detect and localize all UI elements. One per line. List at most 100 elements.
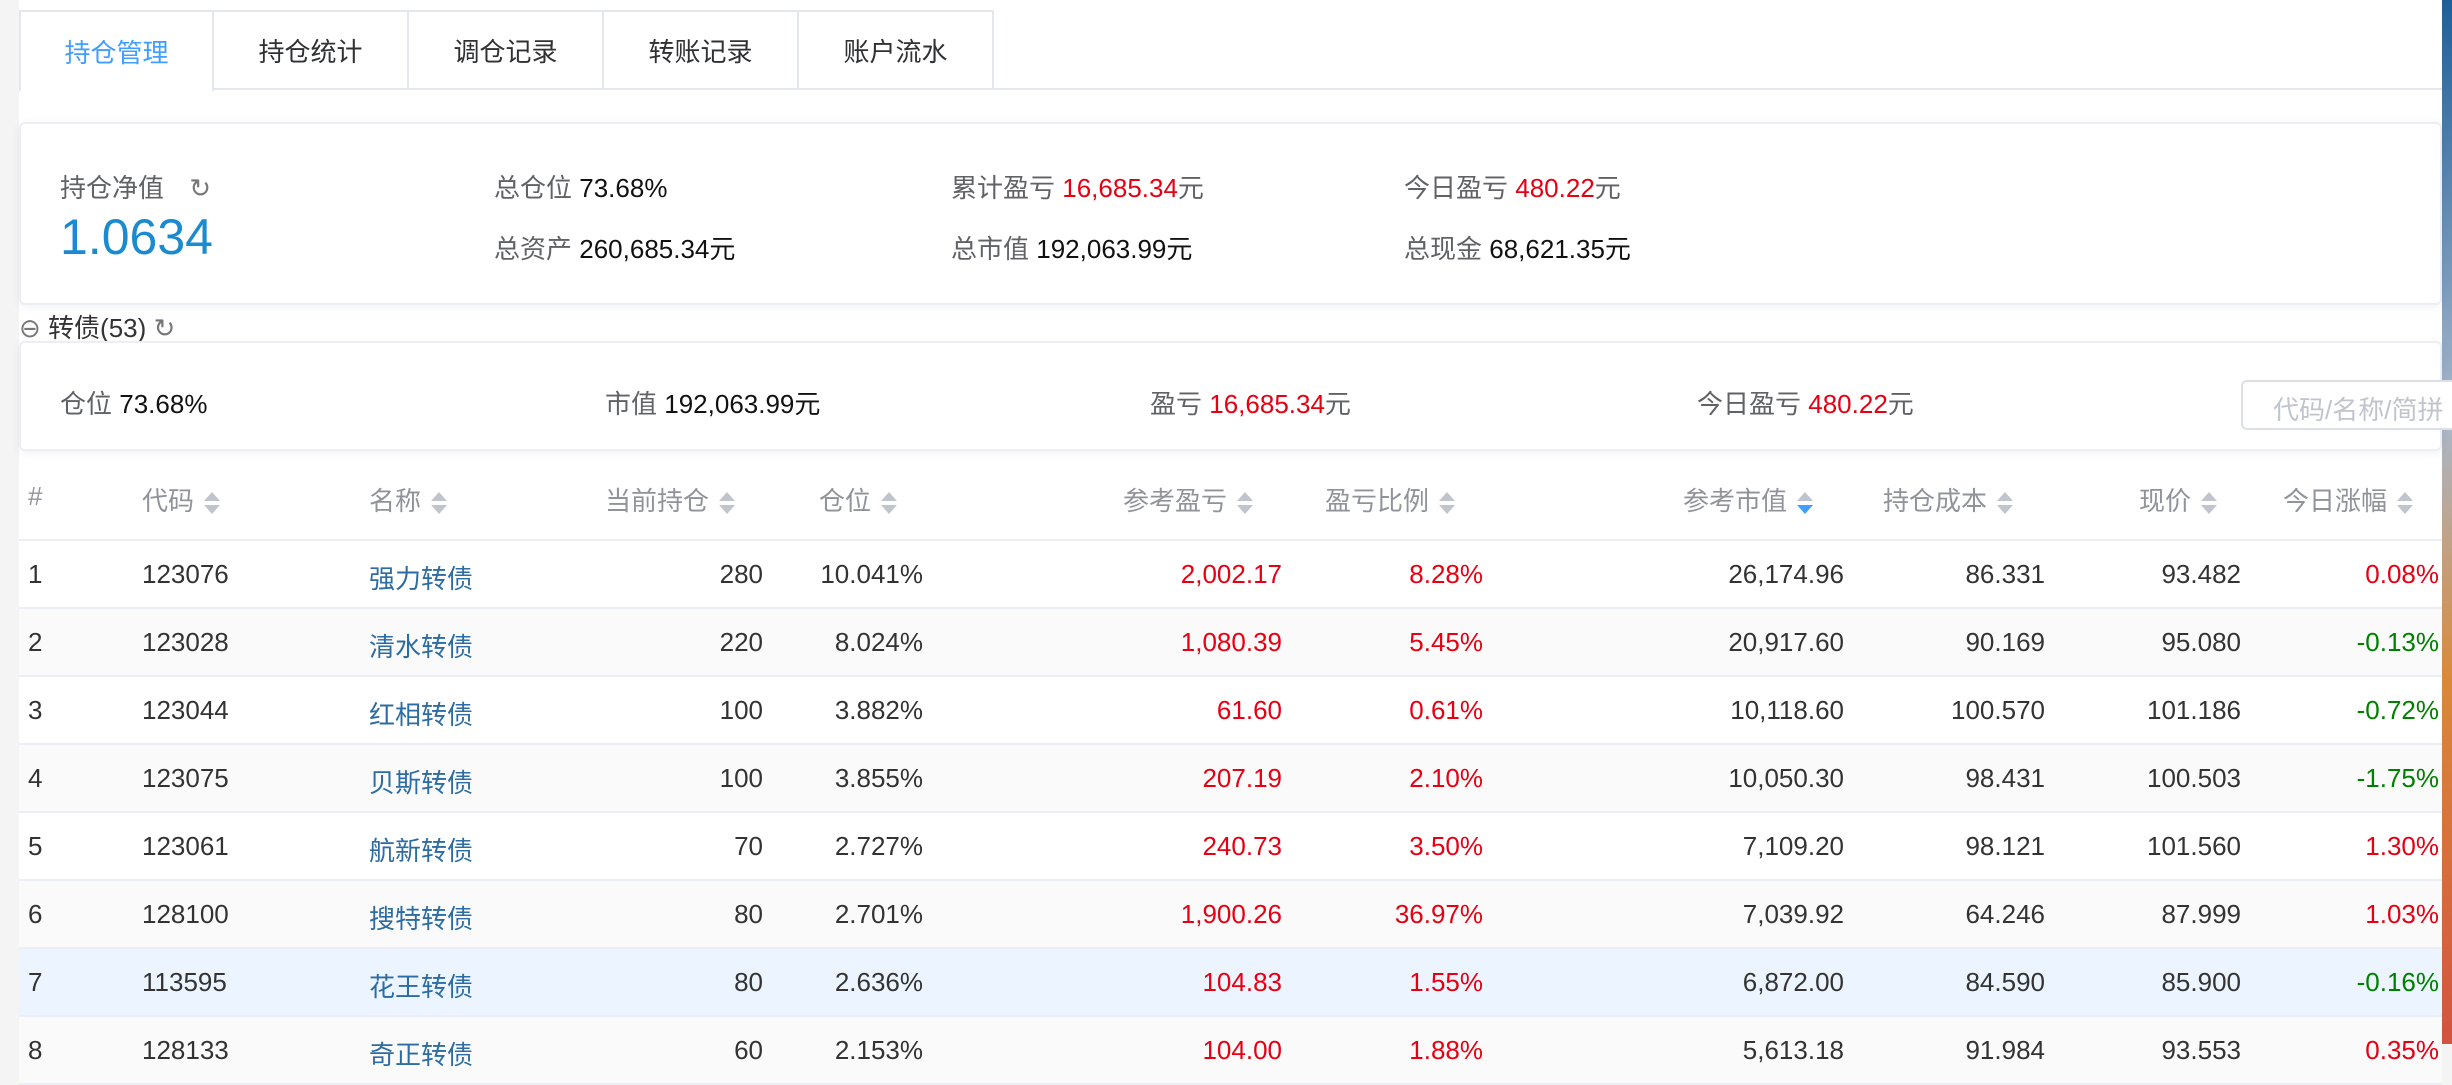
cell-position: 3.855% bbox=[834, 763, 923, 793]
column-header-label: 代码 bbox=[142, 486, 195, 516]
cell-pnl-ratio: 36.97% bbox=[1394, 899, 1483, 929]
column-header-pnl[interactable]: 参考盈亏 bbox=[1123, 481, 1254, 518]
sort-icon[interactable] bbox=[1439, 490, 1456, 516]
group-today-label: 今日盈亏 bbox=[1697, 389, 1802, 419]
column-header-market-value[interactable]: 参考市值 bbox=[1683, 481, 1814, 518]
cell-name[interactable]: 强力转债 bbox=[369, 559, 473, 596]
table-row[interactable]: 6 128100 搜特转债 80 2.701% 1,900.26 36.97% 7,039.9… bbox=[19, 881, 2442, 949]
cell-name[interactable]: 奇正转债 bbox=[369, 1035, 473, 1072]
sort-icon[interactable] bbox=[1797, 490, 1814, 516]
tab-transfer-records[interactable]: 转账记录 bbox=[604, 10, 799, 90]
cell-market-value: 5,613.18 bbox=[1742, 1035, 1844, 1065]
cell-holding: 70 bbox=[734, 831, 763, 861]
column-header-label: # bbox=[28, 481, 43, 511]
tab-account-flow[interactable]: 账户流水 bbox=[799, 10, 994, 90]
cell-position: 10.041% bbox=[820, 559, 923, 589]
cell-pnl: 61.60 bbox=[1216, 695, 1282, 725]
cell-name[interactable]: 航新转债 bbox=[369, 831, 473, 868]
tab-rebalance-records[interactable]: 调仓记录 bbox=[409, 10, 604, 90]
cell-position: 2.636% bbox=[834, 967, 923, 997]
cell-name[interactable]: 花王转债 bbox=[369, 967, 473, 1004]
column-header-code[interactable]: 代码 bbox=[142, 481, 221, 518]
tab-holdings-management[interactable]: 持仓管理 bbox=[19, 10, 214, 92]
total-assets-value: 260,685.34元 bbox=[579, 234, 736, 264]
cell-name[interactable]: 清水转债 bbox=[369, 627, 473, 664]
column-header-label: 仓位 bbox=[819, 486, 872, 516]
column-header-price[interactable]: 现价 bbox=[2139, 481, 2218, 518]
cumulative-pnl: 累计盈亏 16,685.34元 bbox=[951, 168, 1204, 205]
cell-cost: 98.121 bbox=[1965, 831, 2045, 861]
cell-change: 0.35% bbox=[2365, 1035, 2439, 1065]
total-cash-value: 68,621.35元 bbox=[1489, 234, 1631, 264]
cell-pnl: 104.83 bbox=[1202, 967, 1282, 997]
cell-cost: 98.431 bbox=[1965, 763, 2045, 793]
column-header-cost[interactable]: 持仓成本 bbox=[1883, 481, 2014, 518]
cell-pnl: 207.19 bbox=[1202, 763, 1282, 793]
table-row[interactable]: 7 113595 花王转债 80 2.636% 104.83 1.55% 6,872.00 84… bbox=[19, 949, 2442, 1017]
group-pnl-label: 盈亏 bbox=[1150, 389, 1203, 419]
cell-holding: 60 bbox=[734, 1035, 763, 1065]
table-row[interactable]: 4 123075 贝斯转债 100 3.855% 207.19 2.10% 10,050.30… bbox=[19, 745, 2442, 813]
nav-label: 持仓净值 ↻ bbox=[60, 168, 211, 205]
cumulative-pnl-value: 16,685.34 bbox=[1062, 173, 1178, 203]
column-header-change[interactable]: 今日涨幅 bbox=[2283, 481, 2414, 518]
total-cash: 总现金 68,621.35元 bbox=[1404, 229, 1631, 266]
sort-icon[interactable] bbox=[881, 490, 898, 516]
sort-icon[interactable] bbox=[719, 490, 736, 516]
cell-market-value: 10,050.30 bbox=[1728, 763, 1844, 793]
desktop-wallpaper-edge bbox=[2442, 0, 2452, 1044]
sort-icon[interactable] bbox=[2397, 490, 2414, 516]
sort-icon[interactable] bbox=[431, 490, 448, 516]
column-header-label: 持仓成本 bbox=[1883, 486, 1988, 516]
cell-pnl-ratio: 8.28% bbox=[1409, 559, 1483, 589]
cell-change: 1.30% bbox=[2365, 831, 2439, 861]
table-row[interactable]: 1 123076 强力转债 280 10.041% 2,002.17 8.28% 26,174… bbox=[19, 541, 2442, 609]
table-row[interactable]: 8 128133 奇正转债 60 2.153% 104.00 1.88% 5,613.18 91… bbox=[19, 1017, 2442, 1085]
unit: 元 bbox=[1177, 173, 1204, 203]
sort-icon[interactable] bbox=[2201, 490, 2218, 516]
cell-price: 93.482 bbox=[2161, 559, 2241, 589]
table-row[interactable]: 2 123028 清水转债 220 8.024% 1,080.39 5.45% 20,917.… bbox=[19, 609, 2442, 677]
sort-icon[interactable] bbox=[1997, 490, 2014, 516]
table-row[interactable]: 3 123044 红相转债 100 3.882% 61.60 0.61% 10,118.60 1… bbox=[19, 677, 2442, 745]
cell-name[interactable]: 搜特转债 bbox=[369, 899, 473, 936]
column-header-name[interactable]: 名称 bbox=[369, 481, 448, 518]
total-market-value: 总市值 192,063.99元 bbox=[951, 229, 1192, 266]
cell-position: 3.882% bbox=[834, 695, 923, 725]
cell-name[interactable]: 红相转债 bbox=[369, 695, 473, 732]
column-header-label: 参考盈亏 bbox=[1123, 486, 1228, 516]
cell-code: 123044 bbox=[142, 695, 229, 725]
group-today: 今日盈亏 480.22元 bbox=[1697, 384, 1914, 421]
tab-holdings-statistics[interactable]: 持仓统计 bbox=[214, 10, 409, 90]
nav-value: 1.0634 bbox=[60, 209, 213, 265]
search-input[interactable]: 代码/名称/简拼 bbox=[2241, 380, 2452, 430]
cell-code: 123061 bbox=[142, 831, 229, 861]
total-market-label: 总市值 bbox=[951, 234, 1030, 264]
cell-price: 100.503 bbox=[2147, 763, 2241, 793]
cell-pnl: 2,002.17 bbox=[1180, 559, 1282, 589]
group-header[interactable]: ⊖ 转债(53) ↻ bbox=[19, 308, 175, 345]
cell-index: 5 bbox=[28, 831, 43, 861]
column-header-pnl-ratio[interactable]: 盈亏比例 bbox=[1325, 481, 1456, 518]
cell-code: 113595 bbox=[142, 967, 227, 997]
refresh-icon[interactable]: ↻ bbox=[189, 173, 211, 204]
cell-pnl-ratio: 1.55% bbox=[1409, 967, 1483, 997]
cell-code: 128133 bbox=[142, 1035, 229, 1065]
cell-price: 101.560 bbox=[2147, 831, 2241, 861]
cell-price: 95.080 bbox=[2161, 627, 2241, 657]
cell-index: 4 bbox=[28, 763, 43, 793]
table-row[interactable]: 5 123061 航新转债 70 2.727% 240.73 3.50% 7,109.20 98… bbox=[19, 813, 2442, 881]
column-header-holding[interactable]: 当前持仓 bbox=[605, 481, 736, 518]
sort-icon[interactable] bbox=[1237, 490, 1254, 516]
sort-icon[interactable] bbox=[204, 490, 221, 516]
column-header-label: 名称 bbox=[369, 486, 422, 516]
today-pnl: 今日盈亏 480.22元 bbox=[1404, 168, 1621, 205]
column-header-position[interactable]: 仓位 bbox=[819, 481, 898, 518]
cell-holding: 80 bbox=[734, 899, 763, 929]
cell-name[interactable]: 贝斯转债 bbox=[369, 763, 473, 800]
column-header-label: 当前持仓 bbox=[605, 486, 710, 516]
cell-pnl-ratio: 1.88% bbox=[1409, 1035, 1483, 1065]
collapse-icon[interactable]: ⊖ bbox=[19, 313, 41, 344]
cell-position: 8.024% bbox=[834, 627, 923, 657]
refresh-icon[interactable]: ↻ bbox=[154, 313, 176, 344]
